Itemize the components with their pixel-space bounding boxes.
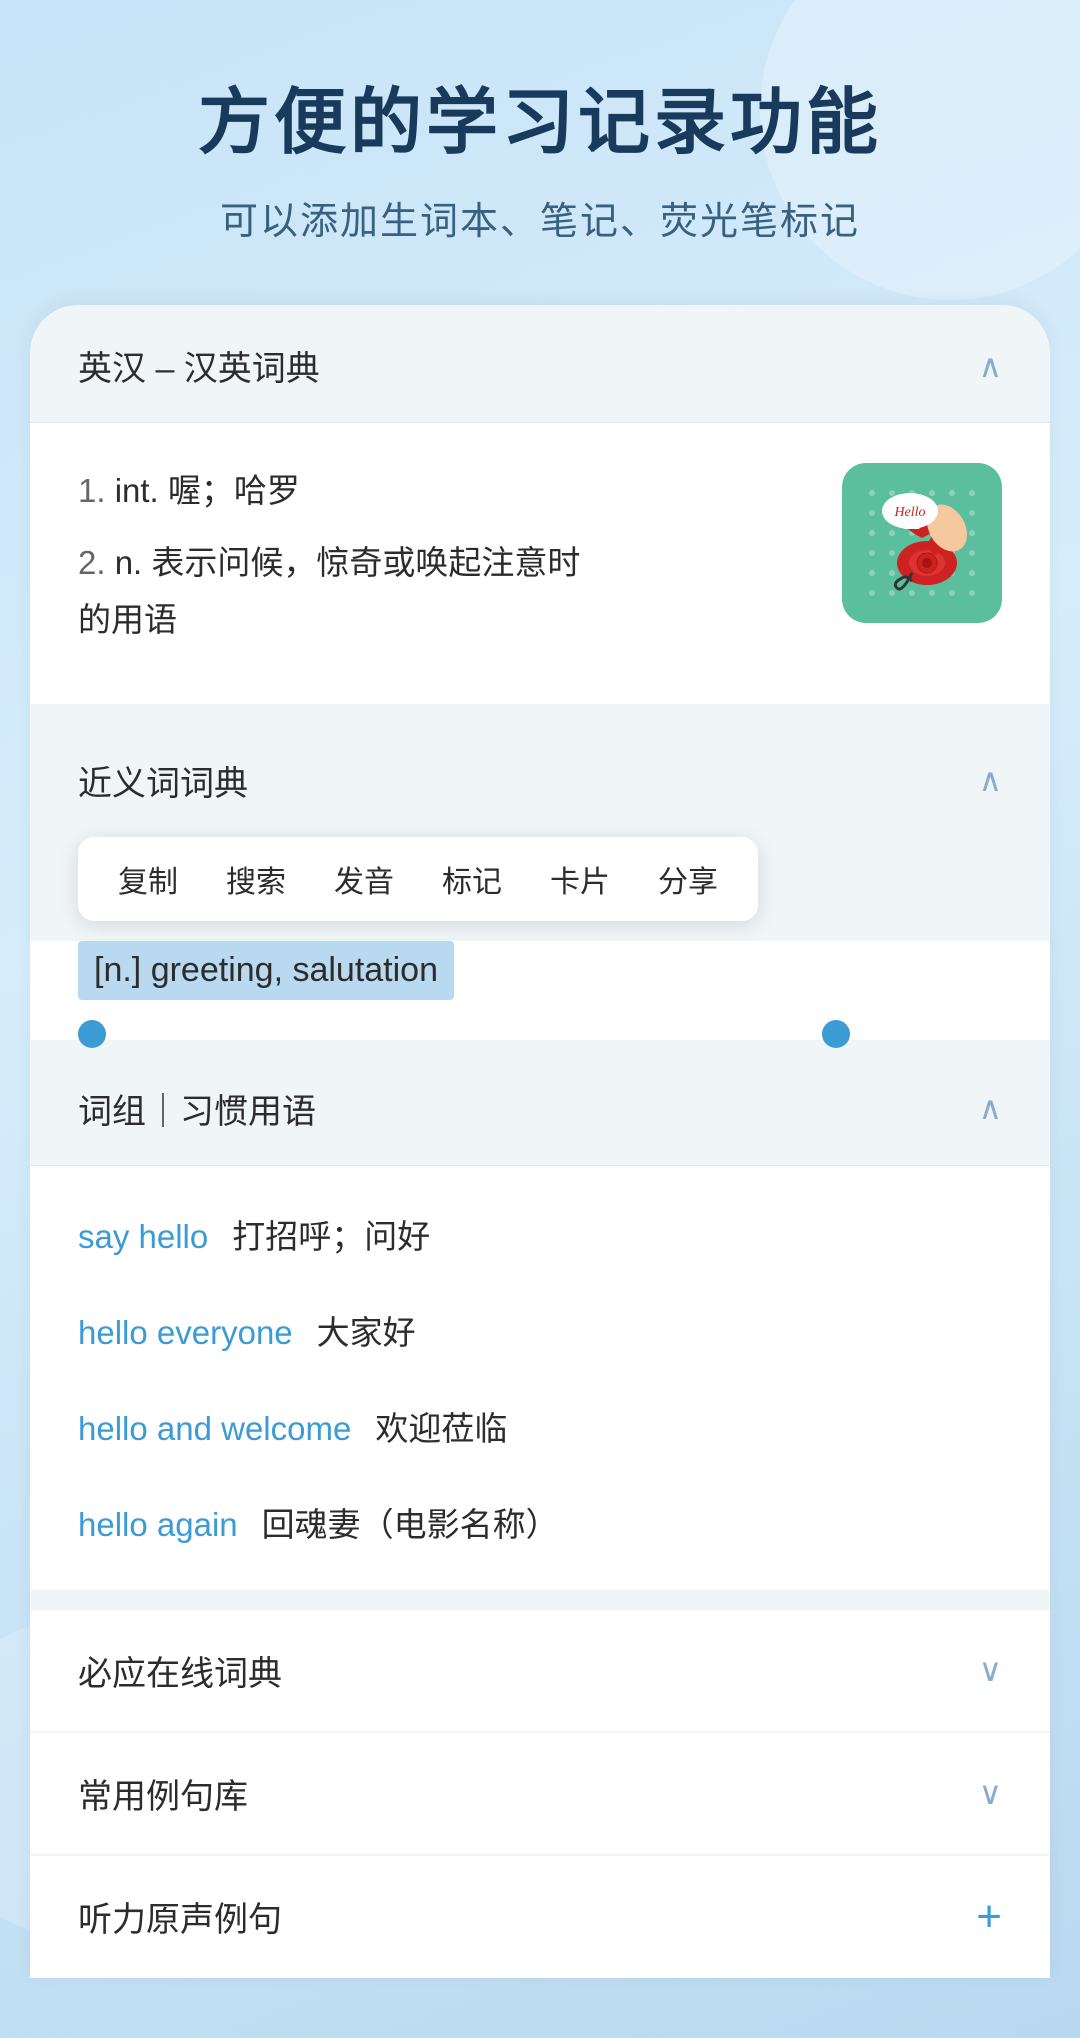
eng-chin-dict-header[interactable]: 英汉 – 汉英词典 ∧ <box>30 305 1050 423</box>
page-title: 方便的学习记录功能 <box>60 80 1020 166</box>
phrases-section: 词组｜习惯用语 ∧ say hello 打招呼；问好 hello everyon… <box>30 1048 1050 1590</box>
listening-section[interactable]: 听力原声例句 + <box>30 1856 1050 1978</box>
synonyms-title: 近义词词典 <box>78 756 248 805</box>
phrases-header[interactable]: 词组｜习惯用语 ∧ <box>30 1048 1050 1166</box>
bing-dict-chevron: ∨ <box>979 1651 1002 1689</box>
page-wrapper: 方便的学习记录功能 可以添加生词本、笔记、荧光笔标记 英汉 – 汉英词典 ∧ 1… <box>0 0 1080 2038</box>
phrase-cn-2: 大家好 <box>317 1306 416 1354</box>
def-pos-1: int. <box>115 472 168 509</box>
phrase-cn-4: 回魂妻（电影名称） <box>262 1498 559 1546</box>
divider-3 <box>30 1590 1050 1598</box>
phrase-item-3[interactable]: hello and welcome 欢迎莅临 <box>30 1378 1050 1474</box>
hello-illustration: Hello <box>842 463 1002 623</box>
example-sentences-chevron: ∨ <box>979 1774 1002 1812</box>
def-pos-2: n. <box>115 544 152 581</box>
definition-item-2: 2. n. 表示问候，惊奇或唤起注意时的用语 <box>78 535 812 647</box>
header-section: 方便的学习记录功能 可以添加生词本、笔记、荧光笔标记 <box>0 0 1080 305</box>
definition-card: 1. int. 喔；哈罗 2. n. 表示问候，惊奇或唤起注意时的用语 <box>30 423 1050 711</box>
selected-text: [n.] greeting, salutation <box>78 941 454 1000</box>
example-sentences-section[interactable]: 常用例句库 ∨ <box>30 1733 1050 1854</box>
listening-plus-icon[interactable]: + <box>976 1892 1002 1942</box>
bottom-sections: 必应在线词典 ∨ 常用例句库 ∨ 听力原声例句 + <box>30 1598 1050 1978</box>
phrase-item-4[interactable]: hello again 回魂妻（电影名称） <box>30 1474 1050 1570</box>
menu-pronounce[interactable]: 发音 <box>334 857 394 901</box>
phone-illustration-svg: Hello <box>852 473 992 613</box>
phrase-item-1[interactable]: say hello 打招呼；问好 <box>30 1186 1050 1282</box>
phrases-card: say hello 打招呼；问好 hello everyone 大家好 hell… <box>30 1166 1050 1590</box>
example-sentences-title: 常用例句库 <box>78 1769 248 1818</box>
bing-dict-title: 必应在线词典 <box>78 1646 282 1695</box>
synonyms-chevron: ∧ <box>979 761 1002 799</box>
phrase-en-2[interactable]: hello everyone <box>78 1314 293 1352</box>
definition-text: 1. int. 喔；哈罗 2. n. 表示问候，惊奇或唤起注意时的用语 <box>78 463 842 663</box>
def-num-2: 2. <box>78 544 115 581</box>
listening-title: 听力原声例句 <box>78 1892 282 1941</box>
phrase-en-3[interactable]: hello and welcome <box>78 1410 351 1448</box>
phrases-title: 词组｜习惯用语 <box>78 1084 316 1133</box>
eng-chin-dict-chevron: ∧ <box>979 347 1002 385</box>
selected-text-area: [n.] greeting, salutation <box>30 941 1050 1040</box>
phrase-item-2[interactable]: hello everyone 大家好 <box>30 1282 1050 1378</box>
menu-share[interactable]: 分享 <box>658 857 718 901</box>
phrase-cn-3: 欢迎莅临 <box>375 1402 507 1450</box>
def-num-1: 1. <box>78 472 115 509</box>
menu-search[interactable]: 搜索 <box>226 857 286 901</box>
svg-text:Hello: Hello <box>893 505 925 520</box>
selection-handle-left <box>78 1020 106 1048</box>
phrase-en-4[interactable]: hello again <box>78 1506 238 1544</box>
bing-dict-section[interactable]: 必应在线词典 ∨ <box>30 1610 1050 1731</box>
divider-2 <box>30 1040 1050 1048</box>
phrases-chevron: ∧ <box>979 1089 1002 1127</box>
menu-card[interactable]: 卡片 <box>550 857 610 901</box>
main-card: 英汉 – 汉英词典 ∧ 1. int. 喔；哈罗 2. n. 表示问候，惊奇或唤… <box>30 305 1050 1977</box>
phrase-cn-1: 打招呼；问好 <box>232 1210 430 1258</box>
synonyms-header[interactable]: 近义词词典 ∧ <box>30 720 1050 837</box>
context-menu: 复制 搜索 发音 标记 卡片 分享 <box>78 837 758 921</box>
page-subtitle: 可以添加生词本、笔记、荧光笔标记 <box>60 190 1020 245</box>
def-meaning-2: 表示问候，惊奇或唤起注意时的用语 <box>78 544 580 637</box>
menu-mark[interactable]: 标记 <box>442 857 502 901</box>
divider-1 <box>30 712 1050 720</box>
menu-copy[interactable]: 复制 <box>118 857 178 901</box>
selection-handle-right <box>822 1020 850 1048</box>
synonyms-section: 近义词词典 ∧ 复制 搜索 发音 标记 卡片 分享 [n.] greeting,… <box>30 720 1050 1040</box>
eng-chin-dict-title: 英汉 – 汉英词典 <box>78 341 320 390</box>
phrase-en-1[interactable]: say hello <box>78 1218 208 1256</box>
definition-item-1: 1. int. 喔；哈罗 <box>78 463 812 519</box>
def-meaning-1: 喔；哈罗 <box>168 472 300 509</box>
